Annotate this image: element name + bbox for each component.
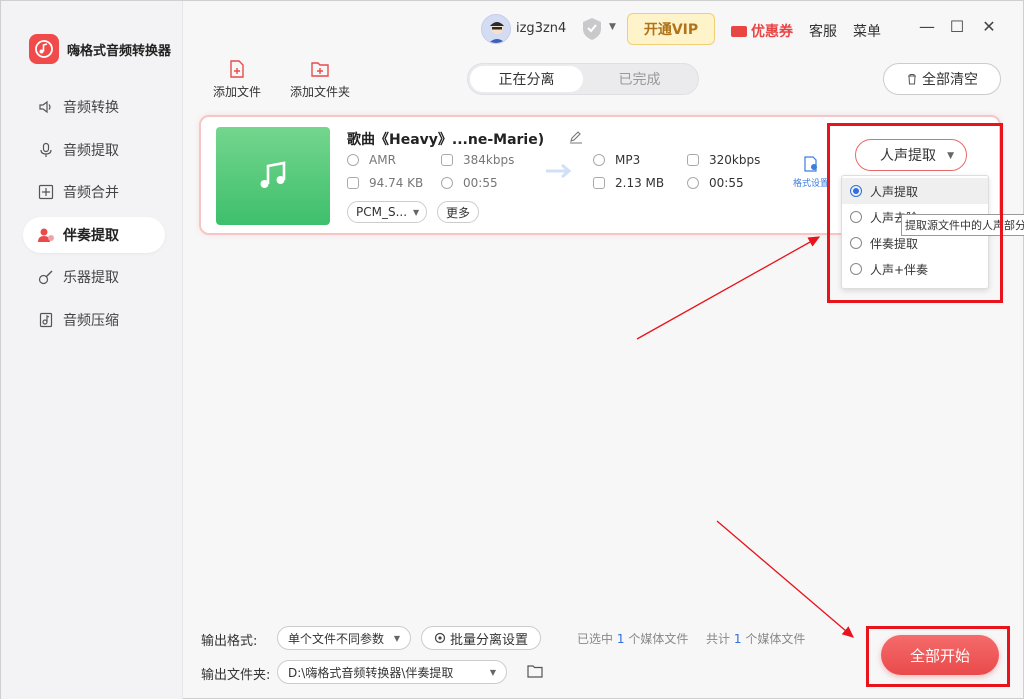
format-settings-label: 格式设置	[792, 179, 829, 189]
output-folder-value: D:\嗨格式音频转换器\伴奏提取	[288, 665, 454, 680]
chevron-down-icon: ▼	[413, 207, 420, 217]
sidebar-item-instrument-extract[interactable]: 乐器提取	[23, 259, 165, 295]
folder-open-icon[interactable]	[527, 663, 543, 682]
chevron-down-icon: ▼	[393, 634, 400, 643]
tab-separating[interactable]: 正在分离	[470, 66, 583, 92]
mic-icon	[37, 141, 55, 159]
add-file-icon	[230, 60, 244, 78]
add-file-button[interactable]: 添加文件	[213, 59, 261, 100]
maximize-icon[interactable]: ☐	[947, 17, 967, 37]
menu-link[interactable]: 菜单	[853, 21, 881, 41]
sidebar: 嗨格式音频转换器 音频转换 音频提取 音频合并 伴奏提取 乐器提取 音频压缩	[1, 1, 183, 699]
format-icon	[347, 154, 359, 166]
bitrate-icon	[441, 154, 453, 166]
username[interactable]: izg3zn4	[516, 21, 566, 36]
sidebar-item-label: 音频提取	[63, 142, 119, 159]
file-size-icon	[347, 177, 359, 189]
open-vip-button[interactable]: 开通VIP	[627, 13, 715, 45]
edit-icon[interactable]	[569, 129, 583, 148]
format-settings-icon	[804, 156, 817, 172]
coupon-label: 优惠券	[751, 24, 793, 40]
sidebar-nav: 音频转换 音频提取 音频合并 伴奏提取 乐器提取 音频压缩	[23, 89, 165, 345]
source-duration: 00:55	[441, 176, 498, 190]
clear-all-button[interactable]: 全部清空	[883, 63, 1001, 95]
clock-icon	[687, 177, 699, 189]
sidebar-item-audio-merge[interactable]: 音频合并	[23, 174, 165, 210]
ticket-icon	[731, 25, 747, 37]
sidebar-item-label: 乐器提取	[63, 270, 119, 287]
file-size-icon	[593, 177, 605, 189]
source-bitrate: 384kbps	[441, 153, 514, 167]
sidebar-item-accompaniment-extract[interactable]: 伴奏提取	[23, 216, 165, 253]
codec-value: PCM_S...	[356, 205, 408, 219]
target-bitrate: 320kbps	[687, 153, 760, 167]
convert-arrow-icon	[544, 161, 574, 185]
app-window: 嗨格式音频转换器 音频转换 音频提取 音频合并 伴奏提取 乐器提取 音频压缩 i…	[0, 0, 1024, 699]
sidebar-item-label: 音频转换	[63, 100, 119, 116]
target-size: 2.13 MB	[593, 176, 664, 190]
add-folder-label: 添加文件夹	[290, 85, 351, 99]
sidebar-item-audio-convert[interactable]: 音频转换	[23, 89, 165, 125]
minimize-icon[interactable]: —	[917, 17, 937, 37]
add-folder-icon	[311, 62, 329, 77]
output-format-select[interactable]: 单个文件不同参数 ▼	[277, 626, 411, 650]
source-size: 94.74 KB	[347, 176, 423, 190]
tab-completed[interactable]: 已完成	[583, 66, 696, 92]
clock-icon	[441, 177, 453, 189]
avatar[interactable]	[481, 14, 511, 44]
highlight-box-mode	[827, 123, 1003, 303]
add-folder-button[interactable]: 添加文件夹	[290, 59, 350, 100]
guitar-icon	[37, 268, 55, 286]
status-tabs: 正在分离 已完成	[467, 63, 699, 95]
format-icon	[593, 154, 605, 166]
chevron-down-icon: ▼	[489, 668, 496, 677]
speaker-icon	[37, 98, 55, 116]
music-thumbnail	[216, 127, 330, 225]
trash-icon	[908, 74, 916, 85]
start-all-button[interactable]: 全部开始	[881, 635, 999, 675]
clear-all-label: 全部清空	[922, 72, 978, 88]
total-count-text: 共计 1 个媒体文件	[706, 632, 806, 646]
singer-icon	[37, 226, 55, 244]
selected-count-text: 已选中 1 个媒体文件	[577, 632, 689, 646]
sidebar-item-audio-extract[interactable]: 音频提取	[23, 132, 165, 168]
add-file-label: 添加文件	[213, 85, 262, 99]
merge-icon	[37, 183, 55, 201]
sidebar-item-audio-compress[interactable]: 音频压缩	[23, 302, 165, 338]
target-format: MP3	[593, 153, 640, 167]
bitrate-icon	[687, 154, 699, 166]
source-format: AMR	[347, 153, 396, 167]
arrow-to-mode	[636, 236, 821, 340]
more-button[interactable]: 更多	[437, 201, 480, 223]
output-folder-label: 输出文件夹:	[201, 668, 271, 683]
batch-settings-button[interactable]: 批量分离设置	[421, 626, 541, 650]
format-settings-button[interactable]: 格式设置	[791, 155, 831, 189]
toolbar: 添加文件 添加文件夹 正在分离 已完成 全部清空	[183, 57, 1023, 105]
app-title: 嗨格式音频转换器	[67, 44, 172, 59]
app-logo-icon	[29, 34, 59, 64]
sidebar-item-label: 伴奏提取	[63, 227, 119, 244]
target-duration: 00:55	[687, 176, 744, 190]
codec-select[interactable]: PCM_S... ▼	[347, 201, 427, 223]
batch-settings-label: 批量分离设置	[449, 632, 528, 648]
sidebar-item-label: 音频压缩	[63, 312, 119, 329]
music-note-icon	[260, 161, 286, 188]
output-format-label: 输出格式:	[201, 634, 258, 649]
customer-service-link[interactable]: 客服	[809, 21, 837, 41]
coupon-link[interactable]: 优惠券	[731, 21, 793, 41]
gear-icon	[434, 632, 446, 644]
member-badge-icon[interactable]	[579, 16, 605, 42]
sidebar-item-label: 音频合并	[63, 185, 119, 202]
top-bar: izg3zn4 ▼ 开通VIP 优惠券 客服 菜单 — ☐ ✕	[183, 1, 1023, 57]
close-icon[interactable]: ✕	[979, 17, 999, 37]
song-title: 歌曲《Heavy》...ne-Marie)	[347, 132, 545, 148]
chevron-down-icon[interactable]: ▼	[609, 22, 616, 32]
output-format-value: 单个文件不同参数	[288, 631, 385, 646]
compress-icon	[37, 311, 55, 329]
arrow-to-start	[716, 520, 854, 638]
output-folder-select[interactable]: D:\嗨格式音频转换器\伴奏提取 ▼	[277, 660, 507, 684]
